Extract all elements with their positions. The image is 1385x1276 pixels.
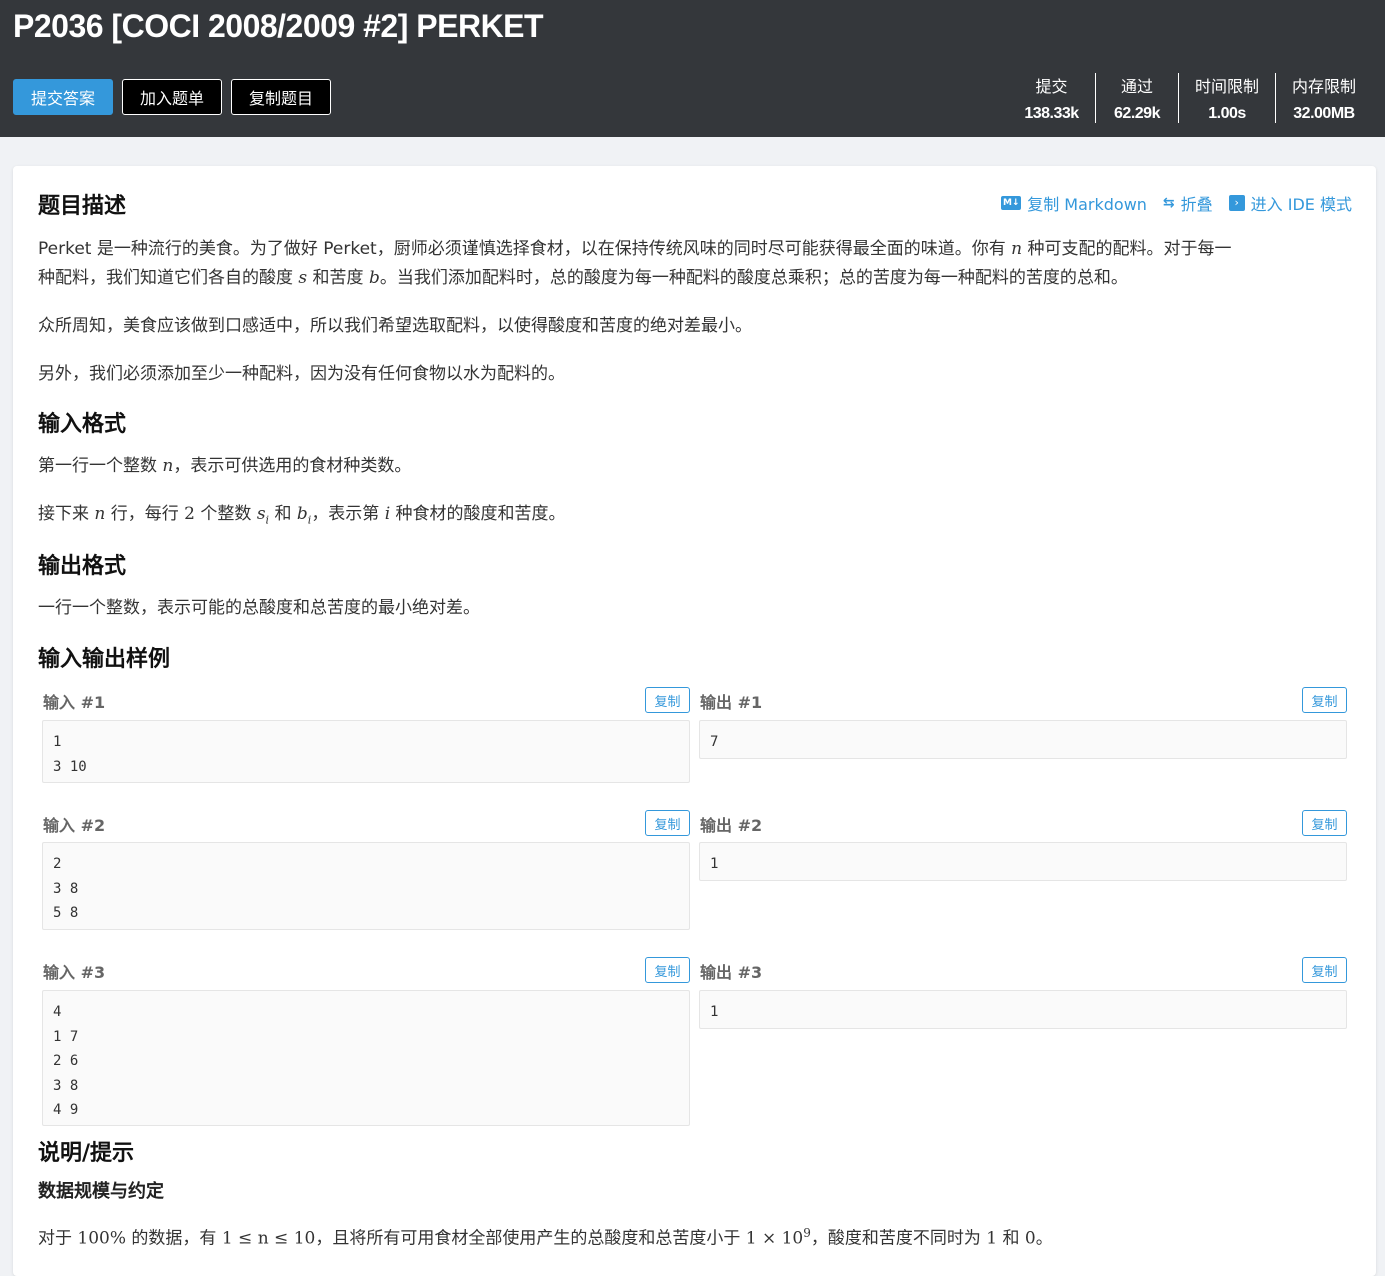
sample-output-block: 1 — [699, 990, 1347, 1029]
copy-markdown-link[interactable]: M↓ 复制 Markdown — [1001, 191, 1147, 215]
sample-input-block: 1 3 10 — [42, 720, 690, 783]
stat-memory-limit: 内存限制 32.00MB — [1291, 77, 1356, 122]
output-format-paragraph: 一行一个整数，表示可能的总酸度和总苦度的最小绝对差。 — [38, 598, 480, 618]
copy-sample-input-button[interactable]: 复制 — [645, 687, 690, 713]
collapse-icon: ⇆ — [1162, 195, 1175, 211]
fold-link[interactable]: ⇆ 折叠 — [1163, 191, 1213, 215]
data-scale-paragraph: 对于 100% 的数据，有 1 ≤ n ≤ 10，且将所有可用食材全部使用产生的… — [38, 1226, 1053, 1249]
sample-input-block: 4 1 7 2 6 3 8 4 9 — [42, 990, 690, 1126]
problem-stats: 提交 138.33k 通过 62.29k 时间限制 1.00s 内存限制 32.… — [1008, 73, 1372, 123]
copy-sample-output-button[interactable]: 复制 — [1302, 810, 1347, 836]
input-format-paragraph-2: 接下来 n 行，每行 2 个整数 si 和 bi，表示第 i 种食材的酸度和苦度… — [38, 504, 566, 527]
description-paragraph-2: 众所周知，美食应该做到口感适中，所以我们希望选取配料，以使得酸度和苦度的绝对差最… — [38, 316, 752, 336]
sample-input-label: 输入 #3 — [43, 963, 106, 982]
copy-sample-input-button[interactable]: 复制 — [645, 957, 690, 983]
terminal-icon: › — [1228, 195, 1245, 211]
stat-submissions: 提交 138.33k — [1008, 73, 1096, 123]
copy-sample-input-button[interactable]: 复制 — [645, 810, 690, 836]
stat-time-limit: 时间限制 1.00s — [1179, 73, 1276, 123]
copy-problem-button[interactable]: 复制题目 — [231, 79, 331, 115]
sample-input-label: 输入 #1 — [43, 693, 106, 712]
problem-title: P2036 [COCI 2008/2009 #2] PERKET — [13, 8, 544, 44]
description-paragraph-1: Perket 是一种流行的美食。为了做好 Perket，厨师必须谨慎选择食材，以… — [38, 239, 1232, 288]
action-buttons: 提交答案 加入题单 复制题目 — [13, 79, 331, 115]
problem-header: P2036 [COCI 2008/2009 #2] PERKET 提交答案 加入… — [0, 0, 1385, 137]
stat-accepted: 通过 62.29k — [1096, 73, 1179, 123]
sample-output-label: 输出 #3 — [700, 963, 763, 982]
sample-input-label: 输入 #2 — [43, 816, 106, 835]
sample-output-block: 1 — [699, 842, 1347, 881]
hint-heading: 说明/提示 — [38, 1141, 135, 1166]
sample-output-label: 输出 #1 — [700, 693, 763, 712]
submit-button[interactable]: 提交答案 — [13, 79, 113, 115]
description-heading: 题目描述 — [38, 194, 127, 219]
sample-output-block: 7 — [699, 720, 1347, 759]
copy-sample-output-button[interactable]: 复制 — [1302, 687, 1347, 713]
problem-card: M↓ 复制 Markdown ⇆ 折叠 › 进入 IDE 模式 题目描述 Per… — [13, 166, 1376, 1276]
data-scale-heading: 数据规模与约定 — [38, 1181, 164, 1202]
toolbar: M↓ 复制 Markdown ⇆ 折叠 › 进入 IDE 模式 — [1001, 191, 1352, 215]
sample-output-label: 输出 #2 — [700, 816, 763, 835]
input-format-heading: 输入格式 — [38, 412, 127, 437]
output-format-heading: 输出格式 — [38, 554, 127, 579]
markdown-icon: M↓ — [1001, 196, 1022, 210]
samples-heading: 输入输出样例 — [38, 647, 171, 672]
sample-input-block: 2 3 8 5 8 — [42, 842, 690, 930]
description-paragraph-3: 另外，我们必须添加至少一种配料，因为没有任何食物以水为配料的。 — [38, 364, 565, 384]
copy-sample-output-button[interactable]: 复制 — [1302, 957, 1347, 983]
add-to-list-button[interactable]: 加入题单 — [122, 79, 222, 115]
ide-mode-link[interactable]: › 进入 IDE 模式 — [1228, 191, 1352, 215]
input-format-paragraph-1: 第一行一个整数 n，表示可供选用的食材种类数。 — [38, 456, 412, 476]
